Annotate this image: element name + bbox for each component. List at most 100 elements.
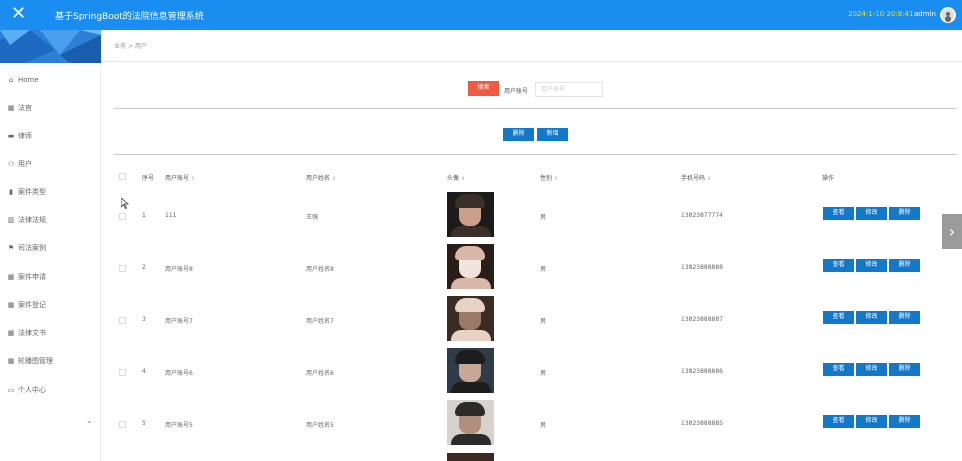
row-phone: 13823888885 <box>681 420 723 427</box>
column-header-index: 序号 <box>142 175 155 182</box>
column-header-name[interactable]: 用户姓名 ⇕ <box>306 173 336 182</box>
row-index: 1 <box>142 212 146 219</box>
grid-icon: ▦ <box>7 357 15 365</box>
username[interactable]: admin <box>914 10 936 18</box>
sidebar-item-6[interactable]: ⚑ 司法案例 <box>7 241 46 255</box>
row-account: 用户账号7 <box>165 318 193 325</box>
bar-chart-icon: ▥ <box>7 216 15 224</box>
view-button[interactable]: 查看 <box>823 415 854 428</box>
row-name: 用户姓名5 <box>306 422 334 429</box>
sidebar-item-7[interactable]: ▦ 案件申请 <box>7 270 46 284</box>
view-button[interactable]: 查看 <box>823 207 854 220</box>
edit-button[interactable]: 修改 <box>856 311 887 324</box>
sidebar-item-8[interactable]: ▦ 案件登记 <box>7 298 46 312</box>
avatar-image <box>447 348 494 393</box>
close-icon[interactable]: ✕ <box>11 4 26 24</box>
chevron-right-icon[interactable]: › <box>942 214 962 249</box>
grid-icon: ▦ <box>7 273 15 281</box>
sidebar-item-0[interactable]: ⌂ Home <box>7 73 39 87</box>
sidebar-item-label: 案件申请 <box>18 273 46 281</box>
sidebar-item-9[interactable]: ▦ 法律文书 <box>7 326 46 340</box>
search-button[interactable]: 搜索 <box>468 81 499 96</box>
bulk-delete-button[interactable]: 删除 <box>503 128 534 141</box>
avatar-image <box>447 400 494 445</box>
sidebar-item-4[interactable]: ▮ 案件类型 <box>7 185 46 199</box>
delete-button[interactable]: 删除 <box>889 311 920 324</box>
sort-icon[interactable]: ⇕ <box>191 176 195 182</box>
row-phone: 13823877774 <box>681 212 723 219</box>
row-phone: 13823888887 <box>681 316 723 323</box>
row-checkbox[interactable] <box>119 421 126 428</box>
row-name: 用户姓名8 <box>306 266 334 273</box>
row-gender: 男 <box>540 422 547 429</box>
briefcase-icon: ▬ <box>7 132 15 140</box>
edit-button[interactable]: 修改 <box>856 207 887 220</box>
edit-button[interactable]: 修改 <box>856 259 887 272</box>
row-checkbox[interactable] <box>119 369 126 376</box>
row-name: 用户姓名7 <box>306 318 334 325</box>
sidebar-item-label: 法官 <box>18 104 32 112</box>
breadcrumb: 业务 > 用户 <box>114 43 147 50</box>
column-header-phone[interactable]: 手机号码 ⇕ <box>681 173 711 182</box>
sidebar-item-1[interactable]: ▦ 法官 <box>7 101 32 115</box>
grid-icon: ▦ <box>7 329 15 337</box>
sidebar-item-label: 法律法规 <box>18 216 46 224</box>
delete-button[interactable]: 删除 <box>889 259 920 272</box>
top-bar: ✕ 基于SpringBoot的法院信息管理系统 2024-1-10 20:8:4… <box>0 0 962 30</box>
sidebar-item-10[interactable]: ▦ 轮播图管理 <box>7 354 53 368</box>
row-checkbox[interactable] <box>119 213 126 220</box>
sidebar-item-5[interactable]: ▥ 法律法规 <box>7 213 46 227</box>
current-datetime: 2024-1-10 20:8:41 <box>848 10 914 18</box>
sidebar-item-11[interactable]: ▭ 个人中心 <box>7 383 46 397</box>
search-input[interactable] <box>535 82 603 97</box>
sidebar-item-3[interactable]: ⚇ 用户 <box>7 157 32 171</box>
home-icon: ⌂ <box>8 76 14 84</box>
avatar[interactable] <box>940 7 956 23</box>
delete-button[interactable]: 删除 <box>889 363 920 376</box>
users-icon: ⚇ <box>7 160 15 168</box>
row-name: 王强 <box>306 214 319 221</box>
divider <box>114 108 957 109</box>
row-checkbox[interactable] <box>119 317 126 324</box>
view-button[interactable]: 查看 <box>823 311 854 324</box>
flag-icon: ⚑ <box>7 244 15 252</box>
sort-icon[interactable]: ⇕ <box>461 176 465 182</box>
calendar-icon: ▭ <box>7 386 15 394</box>
sidebar-item-2[interactable]: ▬ 律师 <box>7 129 32 143</box>
column-header-gender[interactable]: 性别 ⇕ <box>540 173 558 182</box>
edit-button[interactable]: 修改 <box>856 363 887 376</box>
clipboard-icon: ▮ <box>9 188 13 196</box>
delete-button[interactable]: 删除 <box>889 415 920 428</box>
delete-button[interactable]: 删除 <box>889 207 920 220</box>
row-phone: 13823888888 <box>681 264 723 271</box>
row-gender: 男 <box>540 370 547 377</box>
add-button[interactable]: 新增 <box>537 128 568 141</box>
row-gender: 男 <box>540 318 547 325</box>
row-account: 用户账号5 <box>165 422 193 429</box>
view-button[interactable]: 查看 <box>823 259 854 272</box>
column-header-actions: 操作 <box>822 175 835 182</box>
search-label: 用户账号 <box>504 88 529 95</box>
row-checkbox[interactable] <box>119 265 126 272</box>
column-header-avatar[interactable]: 头像 ⇕ <box>447 173 465 182</box>
edit-button[interactable]: 修改 <box>856 415 887 428</box>
row-index: 3 <box>142 316 146 323</box>
row-gender: 男 <box>540 214 547 221</box>
sort-icon[interactable]: ⇕ <box>707 176 711 182</box>
row-index: 4 <box>142 368 146 375</box>
column-header-account[interactable]: 用户账号 ⇕ <box>165 173 195 182</box>
row-account: 用户账号6 <box>165 370 193 377</box>
row-gender: 男 <box>540 266 547 273</box>
sidebar-item-label: 案件登记 <box>18 301 46 309</box>
sidebar-item-label: 法律文书 <box>18 329 46 337</box>
grid-icon: ▦ <box>7 104 15 112</box>
sort-icon[interactable]: ⇕ <box>554 176 558 182</box>
app-title: 基于SpringBoot的法院信息管理系统 <box>55 12 204 22</box>
avatar-image <box>447 296 494 341</box>
sidebar-item-label: Home <box>18 76 39 84</box>
sort-icon[interactable]: ⇕ <box>332 176 336 182</box>
view-button[interactable]: 查看 <box>823 363 854 376</box>
select-all-checkbox[interactable] <box>119 173 126 180</box>
chevron-down-icon[interactable]: ⌄ <box>86 416 93 425</box>
divider <box>114 154 957 155</box>
